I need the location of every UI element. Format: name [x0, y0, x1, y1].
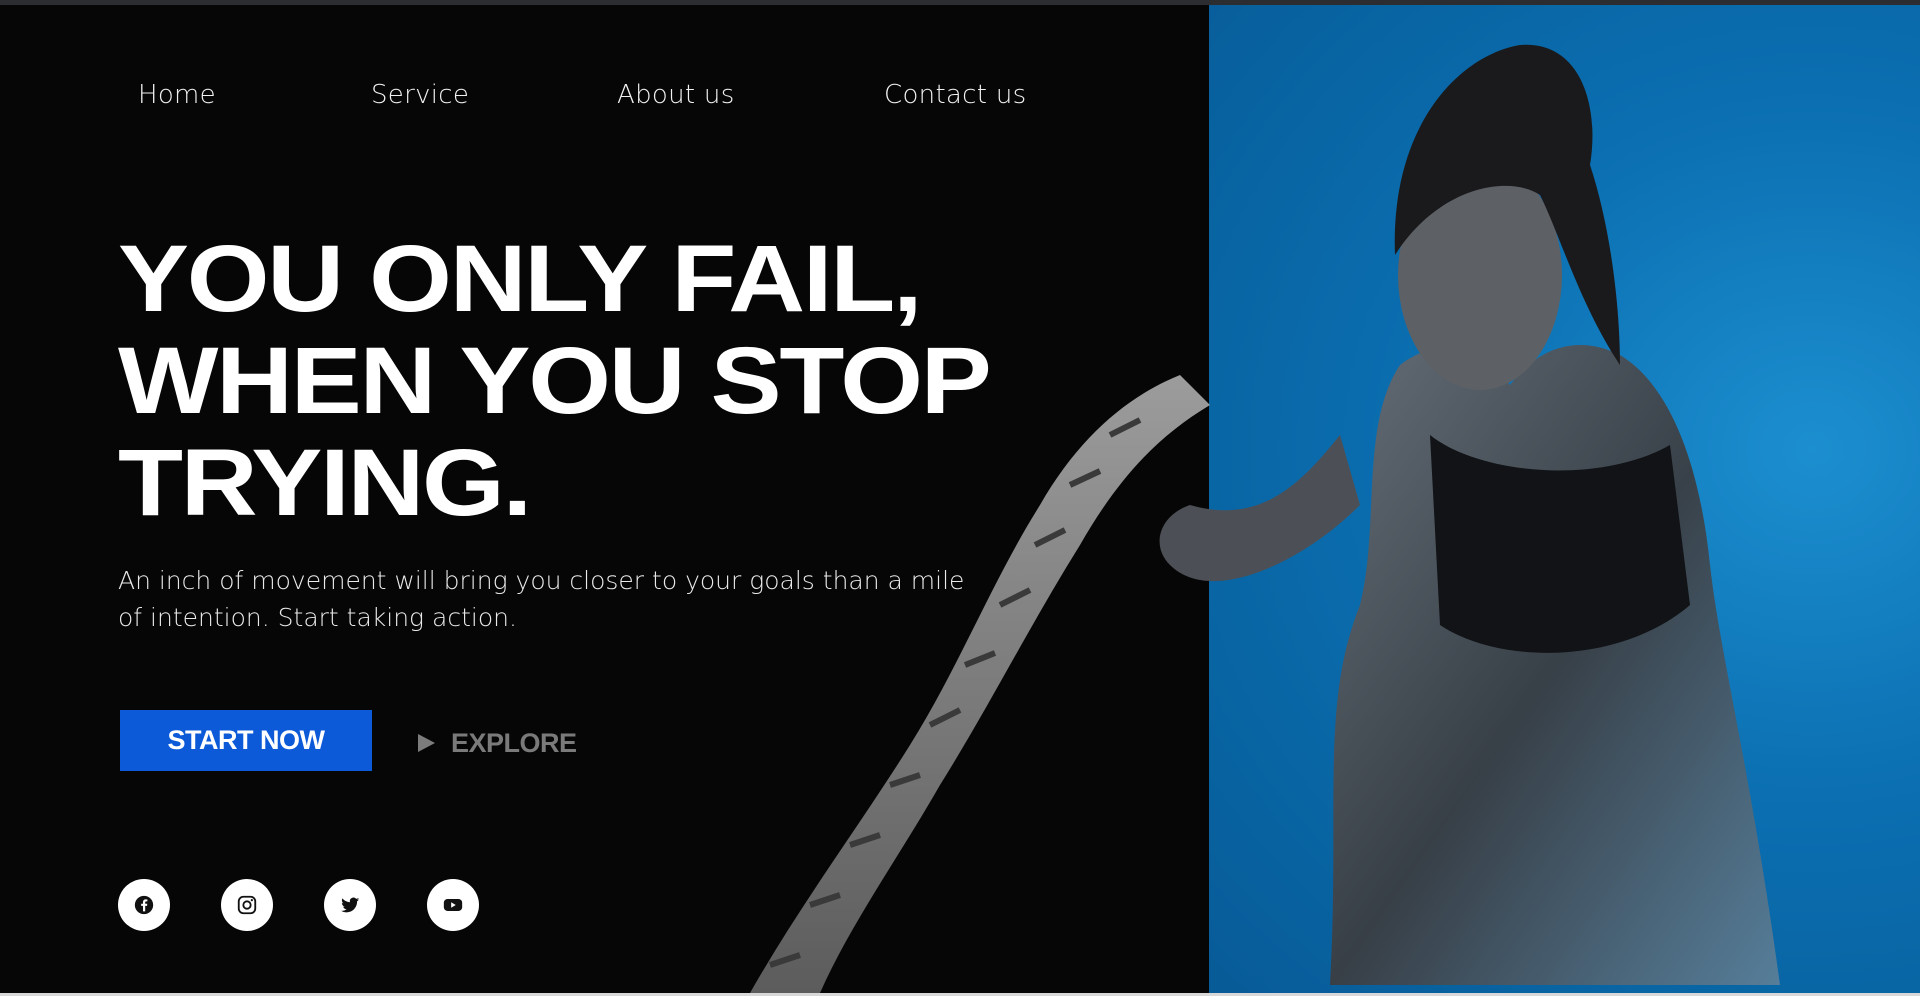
headline-line-3: TRYING. [118, 430, 532, 536]
nav-home-link[interactable]: Home [138, 80, 216, 110]
instagram-button[interactable] [221, 879, 273, 931]
youtube-button[interactable] [427, 879, 479, 931]
landing-page: Home Service About us Contact us YOU ONL… [0, 0, 1920, 996]
explore-button[interactable]: EXPLORE [418, 722, 577, 764]
hero-headline: YOU ONLY FAIL, WHEN YOU STOP TRYING. [118, 226, 992, 536]
nav-about-link[interactable]: About us [617, 80, 735, 110]
nav-contact-link[interactable]: Contact us [884, 80, 1026, 110]
play-icon [418, 734, 435, 752]
hero-subtext: An inch of movement will bring you close… [118, 566, 965, 632]
nav-service-link[interactable]: Service [371, 80, 469, 110]
headline-line-2: WHEN YOU STOP [118, 328, 992, 434]
start-now-button[interactable]: START NOW [120, 710, 372, 771]
twitter-icon [340, 897, 360, 913]
facebook-icon [134, 895, 154, 915]
instagram-icon [237, 895, 257, 915]
headline-line-1: YOU ONLY FAIL, [118, 226, 923, 332]
youtube-icon [443, 899, 463, 911]
facebook-button[interactable] [118, 879, 170, 931]
explore-label: EXPLORE [451, 727, 577, 758]
twitter-button[interactable] [324, 879, 376, 931]
